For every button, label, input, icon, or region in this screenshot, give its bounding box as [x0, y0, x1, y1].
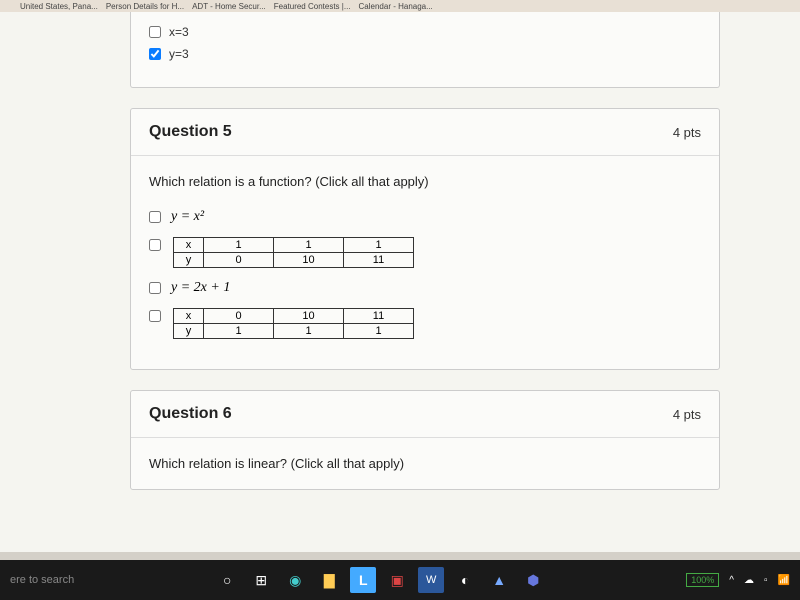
quiz-content-area: x=3 y=3 Question 5 4 pts Which relation … — [0, 12, 800, 552]
question-4-card: x=3 y=3 — [130, 12, 720, 88]
answer-option[interactable]: y=3 — [149, 47, 701, 61]
question-points: 4 pts — [673, 407, 701, 422]
file-explorer-icon[interactable]: ▇ — [316, 567, 342, 593]
bookmark-tab[interactable]: Calendar - Hanaga... — [359, 2, 433, 11]
question-body: Which relation is linear? (Click all tha… — [131, 438, 719, 489]
question-body: Which relation is a function? (Click all… — [131, 156, 719, 369]
table-header-y: y — [174, 253, 204, 268]
equation-label: y = 2x + 1 — [171, 280, 230, 296]
word-icon[interactable]: W — [418, 567, 444, 593]
checkbox-x-3[interactable] — [149, 26, 161, 38]
answer-option-b[interactable]: x 1 1 1 y 0 10 11 — [149, 237, 701, 268]
table-cell: 0 — [204, 253, 274, 268]
table-cell: 1 — [274, 238, 344, 253]
table-cell: 1 — [344, 238, 414, 253]
question-header: Question 5 4 pts — [131, 109, 719, 156]
cortana-icon[interactable]: ○ — [214, 567, 240, 593]
equation-label: y = x² — [171, 209, 204, 225]
table-cell: 1 — [344, 324, 414, 339]
checkbox-option-a[interactable] — [149, 211, 161, 223]
table-cell: 11 — [344, 253, 414, 268]
question-5-card: Question 5 4 pts Which relation is a fun… — [130, 108, 720, 370]
table-header-x: x — [174, 309, 204, 324]
question-6-card: Question 6 4 pts Which relation is linea… — [130, 390, 720, 490]
bookmark-tab[interactable]: Person Details for H... — [106, 2, 184, 11]
cloud-icon[interactable]: ☁ — [744, 575, 754, 586]
table-cell: 11 — [344, 309, 414, 324]
bookmark-tab[interactable]: United States, Pana... — [20, 2, 98, 11]
question-points: 4 pts — [673, 125, 701, 140]
checkbox-option-d[interactable] — [149, 310, 161, 322]
windows-taskbar: ere to search ○ ⊞ ◉ ▇ L ▣ W ◐ ▲ ⬢ 100% ^… — [0, 560, 800, 600]
question-title: Question 5 — [149, 123, 232, 141]
relation-table-d: x 0 10 11 y 1 1 1 — [173, 308, 414, 339]
question-prompt: Which relation is linear? (Click all tha… — [149, 456, 701, 471]
tray-chevron-icon[interactable]: ^ — [729, 575, 734, 586]
chrome-icon[interactable]: ◐ — [452, 567, 478, 593]
battery-indicator[interactable]: 100% — [686, 573, 719, 587]
bookmark-tab[interactable]: Featured Contests |... — [274, 2, 351, 11]
question-title: Question 6 — [149, 405, 232, 423]
office-icon[interactable]: ▣ — [384, 567, 410, 593]
checkbox-option-c[interactable] — [149, 282, 161, 294]
checkbox-y-3[interactable] — [149, 48, 161, 60]
table-cell: 10 — [274, 253, 344, 268]
table-cell: 10 — [274, 309, 344, 324]
answer-option-c[interactable]: y = 2x + 1 — [149, 280, 701, 296]
table-cell: 0 — [204, 309, 274, 324]
table-cell: 1 — [274, 324, 344, 339]
question-header: Question 6 4 pts — [131, 391, 719, 438]
tray-icon[interactable]: ▫ — [764, 575, 768, 586]
answer-option-d[interactable]: x 0 10 11 y 1 1 1 — [149, 308, 701, 339]
table-cell: 1 — [204, 324, 274, 339]
table-header-x: x — [174, 238, 204, 253]
app-icon[interactable]: ▲ — [486, 567, 512, 593]
browser-bookmarks-bar: United States, Pana... Person Details fo… — [0, 0, 800, 12]
question-prompt: Which relation is a function? (Click all… — [149, 174, 701, 189]
teams-icon[interactable]: ⬢ — [520, 567, 546, 593]
option-label: x=3 — [169, 25, 189, 39]
wifi-icon[interactable]: 📶 — [778, 575, 790, 586]
app-icon-l[interactable]: L — [350, 567, 376, 593]
answer-option-a[interactable]: y = x² — [149, 209, 701, 225]
table-header-y: y — [174, 324, 204, 339]
system-tray: 100% ^ ☁ ▫ 📶 — [686, 573, 790, 587]
search-box-partial[interactable]: ere to search — [10, 574, 74, 586]
taskbar-apps: ○ ⊞ ◉ ▇ L ▣ W ◐ ▲ ⬢ — [74, 567, 686, 593]
relation-table-b: x 1 1 1 y 0 10 11 — [173, 237, 414, 268]
task-view-icon[interactable]: ⊞ — [248, 567, 274, 593]
checkbox-option-b[interactable] — [149, 239, 161, 251]
answer-option[interactable]: x=3 — [149, 25, 701, 39]
option-label: y=3 — [169, 47, 189, 61]
edge-icon[interactable]: ◉ — [282, 567, 308, 593]
table-cell: 1 — [204, 238, 274, 253]
bookmark-tab[interactable]: ADT - Home Secur... — [192, 2, 266, 11]
